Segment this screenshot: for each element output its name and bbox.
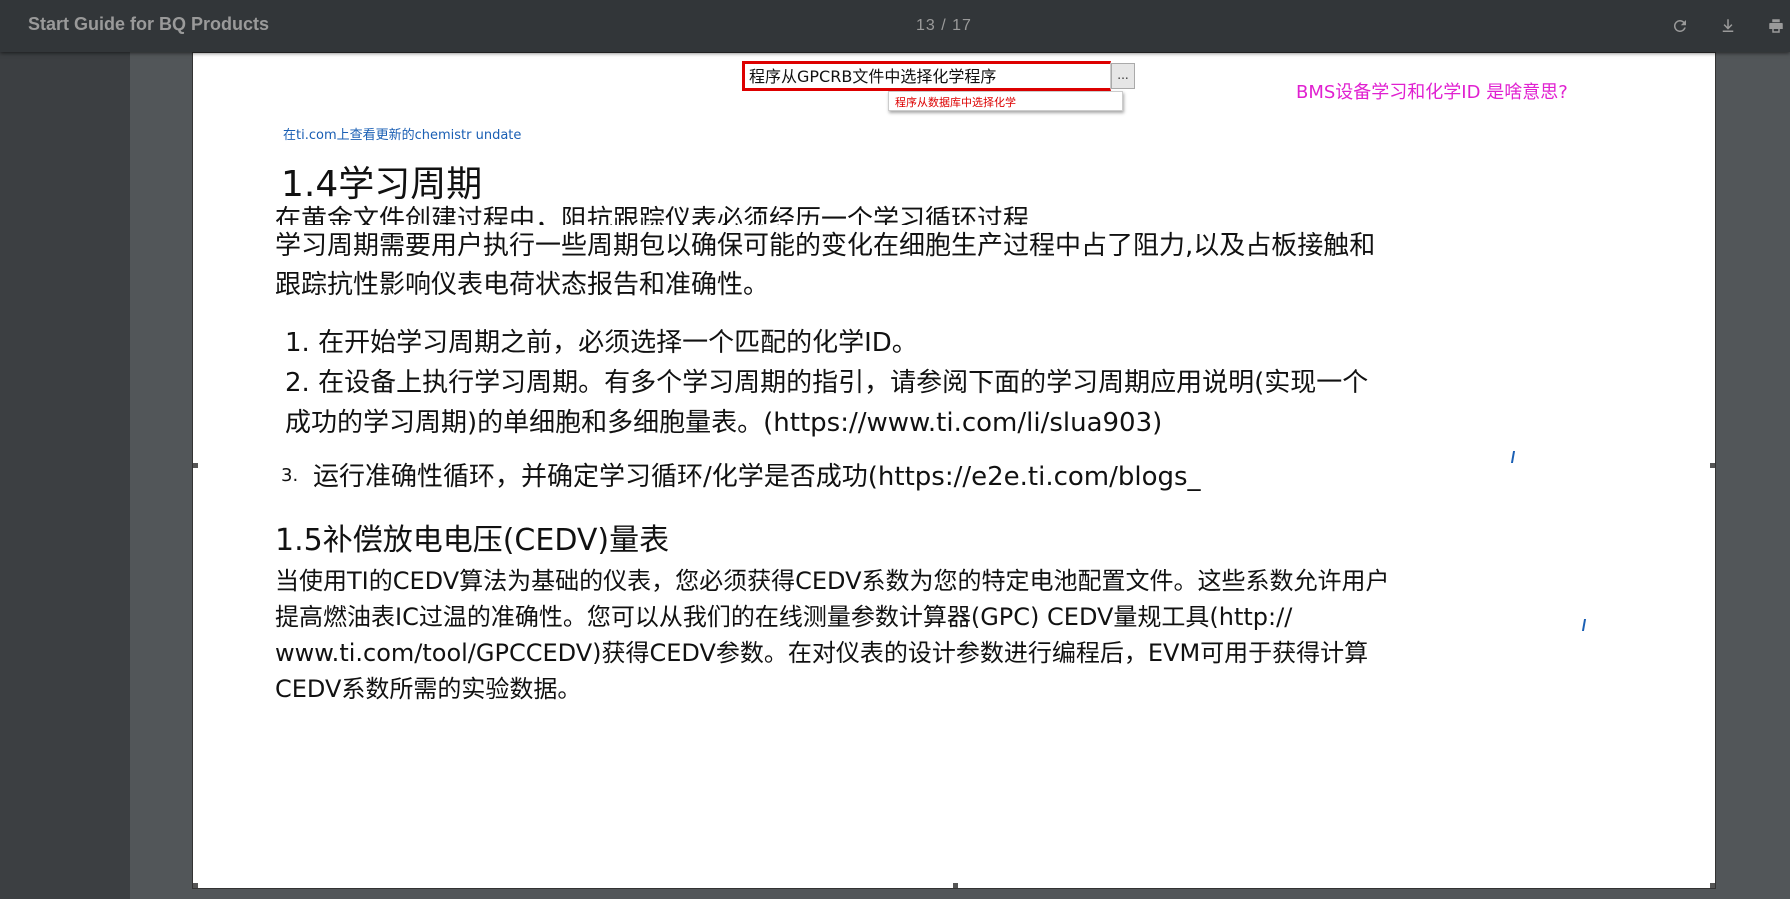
list-item: 1. 在开始学习周期之前，必须选择一个匹配的化学ID。 — [285, 328, 918, 358]
list-item-continuation: 成功的学习周期)的单细胞和多细胞量表。(https://www.ti.com/l… — [285, 408, 1163, 438]
section-heading-1-5: 1.5补偿放电电压(CEDV)量表 — [275, 523, 670, 558]
selection-handle[interactable] — [1710, 883, 1715, 888]
combo-dropdown[interactable]: 程序从数据库中选择化学 — [888, 91, 1123, 111]
rotate-icon[interactable] — [1668, 14, 1692, 38]
paragraph-line: 当使用TI的CEDV算法为基础的仪表，您必须获得CEDV系数为您的特定电池配置文… — [275, 567, 1390, 595]
paragraph-line: 跟踪抗性影响仪表电荷状态报告和准确性。 — [275, 270, 770, 300]
list-item: 运行准确性循环，并确定学习循环/化学是否成功(https://e2e.ti.co… — [313, 462, 1201, 492]
document-title: Start Guide for BQ Products — [28, 14, 270, 34]
cursor-mark — [1581, 619, 1587, 631]
section-heading-1-4: 1.4学习周期 — [281, 164, 483, 205]
left-gutter — [0, 52, 130, 899]
selection-handle[interactable] — [193, 883, 198, 888]
selection-handle[interactable] — [1710, 463, 1715, 468]
annotation-question: BMS设备学习和化学ID 是啥意思? — [1296, 82, 1568, 103]
selection-handle[interactable] — [193, 463, 198, 468]
print-icon[interactable] — [1764, 14, 1788, 38]
browse-button[interactable]: ... — [1111, 63, 1135, 89]
pdf-toolbar: Start Guide for BQ Products 13 / 17 — [0, 0, 1790, 52]
list-item: 2. 在设备上执行学习周期。有多个学习周期的指引，请参阅下面的学习周期应用说明(… — [285, 368, 1369, 398]
pdf-page: 程序从GPCRB文件中选择化学程序 ... 程序从数据库中选择化学 BMS设备学… — [192, 52, 1716, 889]
cursor-mark — [1510, 451, 1516, 463]
paragraph-line: 学习周期需要用户执行一些周期包以确保可能的变化在细胞生产过程中占了阻力,以及占板… — [275, 231, 1376, 261]
download-icon[interactable] — [1716, 14, 1740, 38]
list-number: 3. — [281, 465, 299, 486]
total-pages: 17 — [952, 17, 972, 34]
chemistry-combo-box[interactable]: 程序从GPCRB文件中选择化学程序 ... — [742, 61, 1135, 91]
document-viewer[interactable]: 程序从GPCRB文件中选择化学程序 ... 程序从数据库中选择化学 BMS设备学… — [0, 52, 1790, 899]
paragraph-line: 提高燃油表IC过温的准确性。您可以从我们的在线测量参数计算器(GPC) CEDV… — [275, 603, 1293, 631]
ti-update-link[interactable]: 在ti.com上查看更新的chemistr undate — [283, 124, 521, 143]
page-separator: / — [941, 17, 947, 34]
chemistry-select-input[interactable]: 程序从GPCRB文件中选择化学程序 — [742, 61, 1111, 91]
paragraph-line: CEDV系数所需的实验数据。 — [275, 675, 582, 703]
paragraph-line: www.ti.com/tool/GPCCEDV)获得CEDV参数。在对仪表的设计… — [275, 639, 1369, 667]
current-page-number[interactable]: 13 — [916, 17, 936, 34]
dropdown-option[interactable]: 程序从数据库中选择化学 — [895, 94, 1016, 110]
clipped-line: 在黄金文件创建过程中，阻抗跟踪仪表必须经历一个学习循环过程 — [275, 205, 1030, 225]
selection-handle[interactable] — [953, 883, 958, 888]
page-indicator: 13 / 17 — [916, 17, 972, 35]
